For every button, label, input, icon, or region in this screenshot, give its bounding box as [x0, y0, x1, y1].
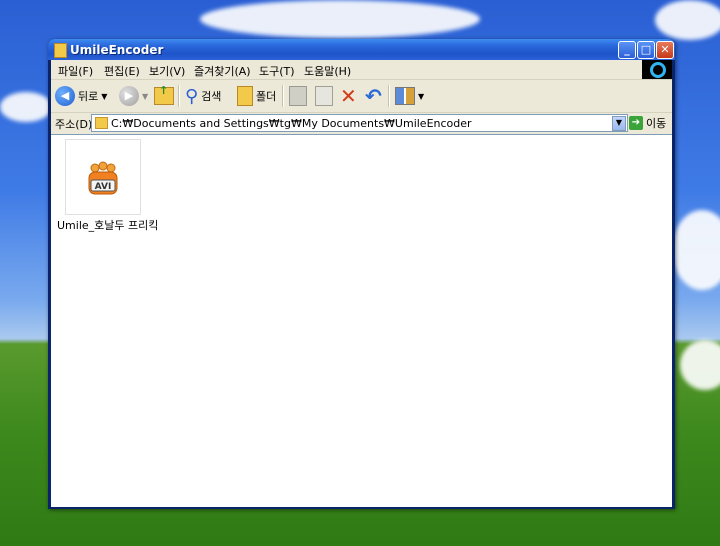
address-dropdown-button[interactable]: ▼ [612, 116, 626, 131]
file-thumbnail[interactable]: AVI [65, 139, 141, 215]
window-frame: 파일(F) 편집(E) 보기(V) 즐겨찾기(A) 도구(T) 도움말(H) ◀… [51, 60, 672, 507]
back-arrow-icon: ◀ [55, 86, 75, 106]
menu-help[interactable]: 도움말(H) [304, 63, 351, 79]
go-arrow-icon: ➔ [629, 116, 643, 130]
search-button[interactable]: ⚲ 검색 [185, 84, 221, 108]
menu-edit[interactable]: 편집(E) [104, 63, 140, 79]
desktop-cloud [200, 0, 480, 38]
toolbar-separator [282, 85, 284, 107]
up-folder-button[interactable]: ↑ [154, 84, 174, 108]
desktop-cloud [680, 340, 720, 390]
avi-type-label: AVI [95, 182, 112, 192]
windows-logo-icon [642, 60, 672, 79]
menu-bar: 파일(F) 편집(E) 보기(V) 즐겨찾기(A) 도구(T) 도움말(H) [51, 60, 672, 80]
forward-button[interactable]: ▶ ▼ [119, 84, 148, 108]
title-bar[interactable]: UmileEncoder _ □ ✕ [48, 39, 675, 60]
go-label: 이동 [646, 117, 667, 130]
window-title: UmileEncoder [70, 43, 164, 57]
delete-icon: ✕ [340, 84, 357, 108]
go-button[interactable]: ➔ 이동 [629, 115, 666, 131]
address-label: 주소(D) [55, 118, 93, 131]
address-input[interactable]: C:₩Documents and Settings₩tg₩My Document… [91, 114, 628, 132]
explorer-window: UmileEncoder _ □ ✕ 파일(F) 편집(E) 보기(V) 즐겨찾… [48, 39, 675, 509]
undo-button[interactable]: ↶ [365, 84, 382, 108]
views-button[interactable]: ▼ [395, 84, 424, 108]
search-icon: ⚲ [185, 85, 199, 107]
chevron-down-icon[interactable]: ▼ [101, 92, 107, 101]
desktop-cloud [0, 92, 52, 122]
copy-to-button[interactable] [315, 84, 333, 108]
menu-tools[interactable]: 도구(T) [259, 63, 295, 79]
folder-icon [95, 117, 108, 129]
address-path: C:₩Documents and Settings₩tg₩My Document… [111, 117, 472, 130]
maximize-button[interactable]: □ [637, 41, 655, 59]
minimize-button[interactable]: _ [618, 41, 636, 59]
avi-file-icon: AVI [88, 161, 118, 195]
file-item[interactable]: AVI Umile_호날두 프리킥 [57, 139, 158, 233]
copy-to-icon [315, 86, 333, 106]
toolbar: ◀ 뒤로 ▼ ▶ ▼ ↑ ⚲ 검색 폴더 ✕ ↶ ▼ [51, 80, 672, 113]
up-folder-icon: ↑ [154, 84, 174, 105]
folders-button[interactable]: 폴더 [237, 84, 276, 108]
back-label: 뒤로 [78, 90, 99, 103]
menu-favorites[interactable]: 즐겨찾기(A) [194, 63, 251, 79]
toolbar-separator [178, 85, 180, 107]
folders-label: 폴더 [256, 90, 277, 103]
move-to-button[interactable] [289, 84, 307, 108]
chevron-down-icon[interactable]: ▼ [142, 92, 148, 101]
toolbar-separator [388, 85, 390, 107]
views-icon [395, 87, 415, 105]
forward-arrow-icon: ▶ [119, 86, 139, 106]
back-button[interactable]: ◀ 뒤로 ▼ [55, 84, 107, 108]
file-view[interactable]: AVI Umile_호날두 프리킥 [51, 134, 672, 507]
file-name[interactable]: Umile_호날두 프리킥 [57, 217, 158, 233]
desktop-cloud [655, 0, 720, 40]
move-to-icon [289, 86, 307, 106]
close-button[interactable]: ✕ [656, 41, 674, 59]
chevron-down-icon[interactable]: ▼ [418, 92, 424, 101]
folders-icon [237, 86, 253, 106]
menu-view[interactable]: 보기(V) [149, 63, 185, 79]
menu-file[interactable]: 파일(F) [58, 63, 93, 79]
undo-icon: ↶ [365, 84, 382, 108]
address-bar: 주소(D) C:₩Documents and Settings₩tg₩My Do… [51, 113, 672, 133]
folder-icon [54, 43, 67, 58]
delete-button[interactable]: ✕ [340, 84, 357, 108]
desktop-cloud [672, 210, 720, 290]
search-label: 검색 [201, 90, 222, 103]
